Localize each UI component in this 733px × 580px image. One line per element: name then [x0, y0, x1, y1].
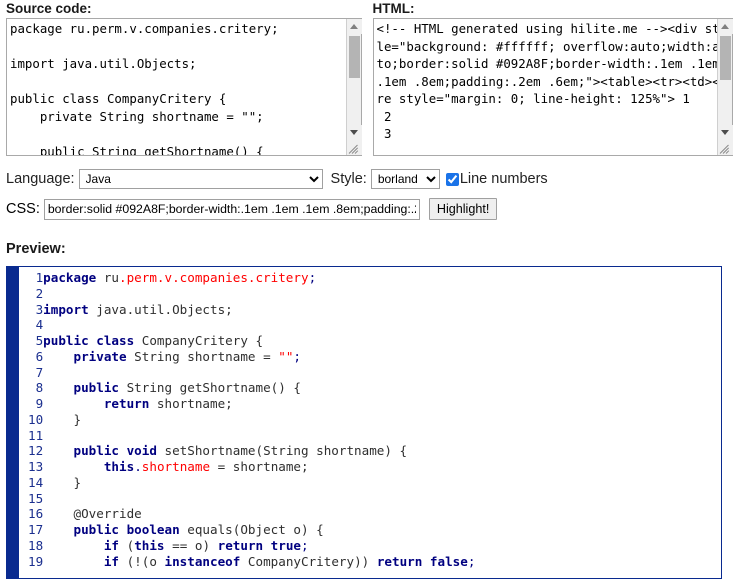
preview-label: Preview:: [6, 241, 66, 257]
language-select[interactable]: Java: [78, 169, 323, 189]
source-code-pane: Source code:: [6, 0, 362, 159]
source-code-scrollbar[interactable]: [345, 19, 362, 155]
line-numbers-label[interactable]: Line numbers: [460, 171, 548, 187]
style-label: Style:: [330, 171, 367, 187]
source-code-label: Source code:: [6, 1, 92, 16]
html-output-input[interactable]: [372, 18, 733, 156]
scroll-down-arrow-icon[interactable]: [718, 125, 733, 140]
scrollbar-thumb[interactable]: [348, 36, 360, 78]
app-root: Source code: HTML:: [0, 0, 733, 579]
highlighted-code: 1package ru.perm.v.companies.critery; 2 …: [28, 270, 476, 569]
css-row: CSS: Highlight!: [6, 198, 733, 220]
highlight-button[interactable]: Highlight!: [428, 198, 498, 220]
html-output-pane: HTML:: [372, 0, 733, 159]
css-label: CSS:: [6, 201, 40, 217]
line-numbers-field: Line numbers: [445, 171, 548, 187]
options-row: Language: Java Style: borland Line numbe…: [6, 169, 733, 189]
resize-grip-icon[interactable]: [718, 140, 733, 155]
line-numbers-checkbox[interactable]: [445, 172, 459, 186]
style-select[interactable]: borland: [370, 169, 440, 189]
html-output-scrollbar[interactable]: [717, 19, 733, 155]
scroll-up-arrow-icon[interactable]: [346, 19, 362, 34]
editor-panes: Source code: HTML:: [6, 0, 733, 159]
scroll-up-arrow-icon[interactable]: [718, 19, 733, 34]
resize-grip-icon[interactable]: [346, 140, 362, 155]
preview-box: 1package ru.perm.v.companies.critery; 2 …: [6, 266, 722, 579]
css-input[interactable]: [43, 198, 420, 220]
source-code-textarea-wrap: [6, 18, 362, 159]
html-output-textarea-wrap: [372, 18, 733, 159]
html-output-label: HTML:: [372, 1, 415, 16]
scroll-down-arrow-icon[interactable]: [346, 125, 362, 140]
language-label: Language:: [6, 171, 75, 187]
source-code-input[interactable]: [6, 18, 362, 156]
scrollbar-thumb[interactable]: [720, 36, 731, 80]
